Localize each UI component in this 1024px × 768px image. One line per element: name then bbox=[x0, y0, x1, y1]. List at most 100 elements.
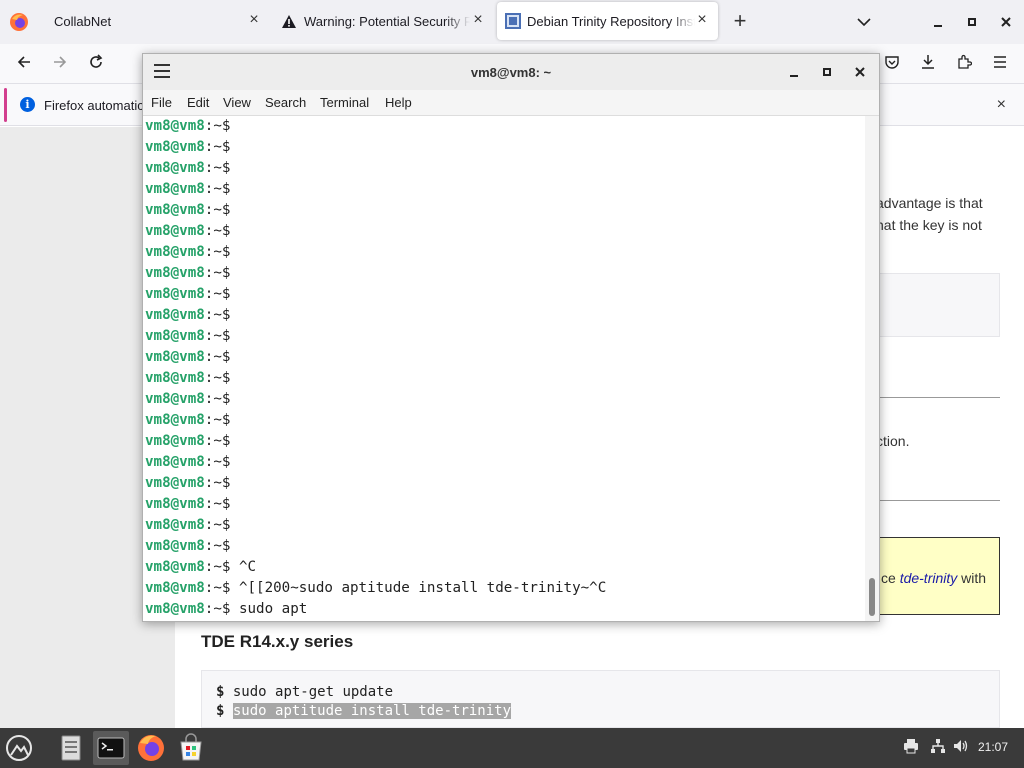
terminal-prompt-path: :~$ bbox=[204, 181, 231, 197]
terminal-prompt-user: vm8@vm8 bbox=[145, 601, 205, 617]
terminal-line: vm8@vm8:~$ bbox=[145, 221, 230, 242]
close-window-icon[interactable] bbox=[996, 12, 1016, 32]
note-text: ce tde-trinity with bbox=[881, 570, 987, 586]
terminal-line: vm8@vm8:~$ bbox=[145, 116, 230, 137]
app-menu-icon[interactable] bbox=[988, 52, 1012, 76]
code-line: $ sudo apt-get update bbox=[216, 684, 394, 700]
maximize-icon[interactable] bbox=[818, 63, 836, 81]
maximize-icon[interactable] bbox=[962, 12, 982, 32]
volume-icon[interactable] bbox=[952, 738, 970, 756]
terminal-line: vm8@vm8:~$ bbox=[145, 179, 230, 200]
terminal-prompt-path: :~$ bbox=[204, 265, 231, 281]
terminal-prompt-user: vm8@vm8 bbox=[145, 118, 205, 134]
terminal-titlebar[interactable]: vm8@vm8: ~ bbox=[143, 54, 879, 90]
list-all-tabs-icon[interactable] bbox=[854, 12, 874, 32]
terminal-line: vm8@vm8:~$ bbox=[145, 326, 230, 347]
page-text-fragment: advantage is that bbox=[876, 195, 983, 211]
tab-debian-trinity[interactable]: Debian Trinity Repository Inst × bbox=[497, 2, 718, 40]
divider bbox=[876, 500, 1000, 501]
forward-icon[interactable] bbox=[48, 52, 72, 76]
file-manager-icon[interactable] bbox=[54, 731, 88, 765]
close-notification-icon[interactable]: × bbox=[997, 96, 1006, 114]
app-launcher-icon[interactable] bbox=[2, 731, 36, 765]
terminal-line: vm8@vm8:~$ bbox=[145, 473, 230, 494]
tab-security-warning[interactable]: Warning: Potential Security R × bbox=[272, 2, 494, 40]
terminal-prompt-path: :~$ bbox=[204, 223, 231, 239]
page-text-fragment: ction. bbox=[876, 433, 910, 449]
extensions-icon[interactable] bbox=[952, 52, 976, 76]
terminal-taskbar-icon[interactable] bbox=[93, 731, 129, 765]
reload-icon[interactable] bbox=[84, 52, 108, 76]
firefox-taskbar-icon[interactable] bbox=[133, 731, 169, 765]
tab-title: CollabNet bbox=[54, 13, 112, 29]
terminal-title: vm8@vm8: ~ bbox=[470, 65, 552, 80]
notification-accent-stripe bbox=[4, 88, 7, 122]
info-icon: i bbox=[20, 97, 35, 112]
page-scrollbar[interactable] bbox=[1012, 127, 1024, 728]
terminal-prompt-path: :~$ bbox=[204, 538, 231, 554]
menu-terminal[interactable]: Terminal bbox=[320, 95, 369, 110]
terminal-prompt-user: vm8@vm8 bbox=[145, 223, 205, 239]
terminal-prompt-path: :~$ bbox=[204, 139, 231, 155]
terminal-scrollbar[interactable] bbox=[865, 116, 879, 621]
terminal-prompt-path: :~$ bbox=[204, 517, 231, 533]
terminal-window[interactable]: vm8@vm8: ~ File Edit View Search Termina… bbox=[142, 53, 880, 622]
note-link[interactable]: tde-trinity bbox=[900, 570, 958, 586]
terminal-line: vm8@vm8:~$ bbox=[145, 368, 230, 389]
clock[interactable]: 21:07 bbox=[978, 740, 1008, 754]
terminal-prompt-user: vm8@vm8 bbox=[145, 244, 205, 260]
back-icon[interactable] bbox=[12, 52, 36, 76]
downloads-icon[interactable] bbox=[916, 52, 940, 76]
terminal-command: sudo apt bbox=[230, 601, 308, 617]
terminal-prompt-user: vm8@vm8 bbox=[145, 517, 205, 533]
terminal-prompt-path: :~$ bbox=[204, 475, 231, 491]
terminal-output[interactable]: vm8@vm8:~$ vm8@vm8:~$ vm8@vm8:~$ vm8@vm8:~$… bbox=[143, 116, 865, 621]
terminal-prompt-path: :~$ bbox=[204, 118, 231, 134]
terminal-line: vm8@vm8:~$ bbox=[145, 410, 230, 431]
new-tab-button[interactable]: + bbox=[728, 10, 752, 34]
terminal-prompt-user: vm8@vm8 bbox=[145, 139, 205, 155]
tab-collabnet[interactable]: CollabNet × bbox=[44, 2, 270, 40]
section-heading: TDE R14.x.y series bbox=[201, 632, 354, 651]
scrollbar-thumb[interactable] bbox=[869, 578, 875, 616]
menu-edit[interactable]: Edit bbox=[187, 95, 209, 110]
minimize-icon[interactable] bbox=[785, 63, 803, 81]
software-store-icon[interactable] bbox=[173, 731, 209, 765]
firefox-icon[interactable] bbox=[8, 11, 30, 33]
terminal-prompt-user: vm8@vm8 bbox=[145, 412, 205, 428]
taskbar: 21:07 bbox=[0, 728, 1024, 768]
menu-search[interactable]: Search bbox=[265, 95, 306, 110]
close-icon[interactable]: × bbox=[694, 12, 710, 28]
close-icon[interactable]: × bbox=[470, 12, 486, 28]
terminal-line: vm8@vm8:~$ ^C bbox=[145, 557, 256, 578]
notification-message: Firefox automatic bbox=[44, 98, 144, 113]
terminal-prompt-path: :~$ bbox=[204, 286, 231, 302]
printer-icon[interactable] bbox=[902, 738, 920, 756]
close-icon[interactable]: × bbox=[246, 12, 262, 28]
terminal-prompt-user: vm8@vm8 bbox=[145, 349, 205, 365]
terminal-line: vm8@vm8:~$ sudo apt bbox=[145, 599, 307, 620]
terminal-line: vm8@vm8:~$ bbox=[145, 536, 230, 557]
tab-title: Debian Trinity Repository Inst bbox=[527, 13, 695, 29]
terminal-line: vm8@vm8:~$ ^[[200~sudo aptitude install … bbox=[145, 578, 606, 599]
pocket-icon[interactable] bbox=[880, 52, 904, 76]
terminal-prompt-user: vm8@vm8 bbox=[145, 202, 205, 218]
terminal-prompt-user: vm8@vm8 bbox=[145, 559, 205, 575]
menu-file[interactable]: File bbox=[151, 95, 172, 110]
close-icon[interactable] bbox=[851, 63, 869, 81]
terminal-line: vm8@vm8:~$ bbox=[145, 305, 230, 326]
network-icon[interactable] bbox=[929, 738, 947, 756]
menu-help[interactable]: Help bbox=[385, 95, 412, 110]
terminal-prompt-path: :~$ bbox=[204, 496, 231, 512]
terminal-prompt-path: :~$ bbox=[204, 580, 231, 596]
terminal-prompt-path: :~$ bbox=[204, 412, 231, 428]
terminal-prompt-user: vm8@vm8 bbox=[145, 433, 205, 449]
menu-view[interactable]: View bbox=[223, 95, 251, 110]
terminal-line: vm8@vm8:~$ bbox=[145, 284, 230, 305]
terminal-command: ^C bbox=[230, 559, 257, 575]
terminal-prompt-path: :~$ bbox=[204, 307, 231, 323]
page-text-fragment: nat the key is not bbox=[876, 217, 982, 233]
terminal-prompt-user: vm8@vm8 bbox=[145, 370, 205, 386]
minimize-icon[interactable] bbox=[928, 12, 948, 32]
terminal-prompt-user: vm8@vm8 bbox=[145, 496, 205, 512]
